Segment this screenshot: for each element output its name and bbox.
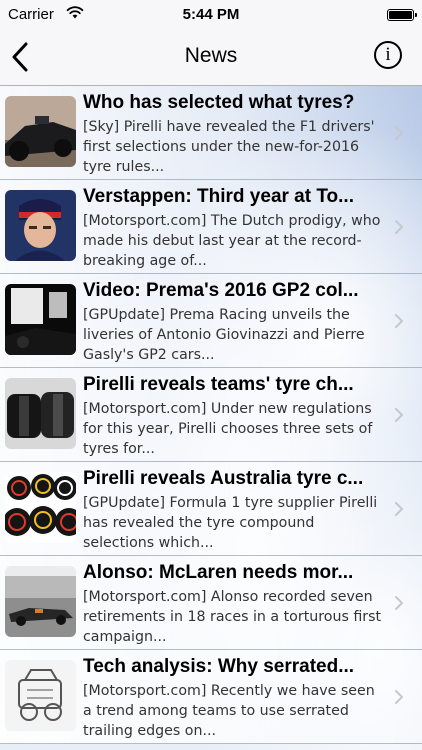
news-item[interactable]: Video: Prema's 2016 GP2 col... [GPUpdate… bbox=[0, 274, 422, 368]
status-bar: Carrier 5:44 PM bbox=[0, 0, 422, 30]
battery-icon bbox=[387, 9, 417, 21]
chevron-right-icon bbox=[395, 126, 403, 140]
chevron-right-icon bbox=[395, 690, 403, 704]
info-button[interactable]: i bbox=[374, 41, 402, 69]
news-list: Who has selected what tyres? [Sky] Pirel… bbox=[0, 86, 422, 750]
news-thumbnail bbox=[5, 566, 76, 637]
page-title: News bbox=[184, 44, 238, 67]
news-summary: [Motorsport.com] Under new regulations f… bbox=[83, 401, 373, 457]
news-item[interactable]: Pirelli reveals Australia tyre c... [GPU… bbox=[0, 462, 422, 556]
news-summary: [GPUpdate] Formula 1 tyre supplier Pirel… bbox=[83, 495, 378, 551]
chevron-right-icon bbox=[395, 408, 403, 422]
news-title: Verstappen: Third year at To... bbox=[83, 186, 354, 207]
news-item[interactable]: Verstappen: Third year at To... [Motorsp… bbox=[0, 180, 422, 274]
news-title: Who has selected what tyres? bbox=[83, 92, 355, 113]
news-title: Alonso: McLaren needs mor... bbox=[83, 562, 354, 583]
news-thumbnail bbox=[5, 660, 76, 731]
chevron-right-icon bbox=[395, 502, 403, 516]
news-title: Pirelli reveals Australia tyre c... bbox=[83, 468, 364, 489]
news-summary: [Motorsport.com] Recently we have seen a… bbox=[83, 683, 375, 739]
news-thumbnail bbox=[5, 472, 76, 543]
news-thumbnail bbox=[5, 96, 76, 167]
news-item[interactable]: Pirelli reveals teams' tyre ch... [Motor… bbox=[0, 368, 422, 462]
news-summary: [Motorsport.com] Alonso recorded seven r… bbox=[83, 589, 382, 645]
chevron-right-icon bbox=[395, 220, 403, 234]
news-summary: [Motorsport.com] The Dutch prodigy, who … bbox=[83, 213, 381, 269]
clock: 5:44 PM bbox=[182, 6, 240, 23]
chevron-right-icon bbox=[395, 596, 403, 610]
news-thumbnail bbox=[5, 284, 76, 355]
navigation-bar: News i bbox=[0, 30, 422, 86]
news-summary: [GPUpdate] Prema Racing unveils the live… bbox=[83, 307, 365, 363]
news-title: Pirelli reveals teams' tyre ch... bbox=[83, 374, 354, 395]
news-item[interactable]: Who has selected what tyres? [Sky] Pirel… bbox=[0, 86, 422, 180]
info-icon: i bbox=[385, 44, 391, 65]
news-item[interactable]: Tech analysis: Why serrated... [Motorspo… bbox=[0, 650, 422, 744]
news-thumbnail bbox=[5, 378, 76, 449]
chevron-right-icon bbox=[395, 314, 403, 328]
news-thumbnail bbox=[5, 190, 76, 261]
news-summary: [Sky] Pirelli have revealed the F1 drive… bbox=[83, 119, 375, 175]
news-title: Tech analysis: Why serrated... bbox=[83, 656, 355, 677]
news-item[interactable]: Alonso: McLaren needs mor... [Motorsport… bbox=[0, 556, 422, 650]
news-title: Video: Prema's 2016 GP2 col... bbox=[83, 280, 359, 301]
